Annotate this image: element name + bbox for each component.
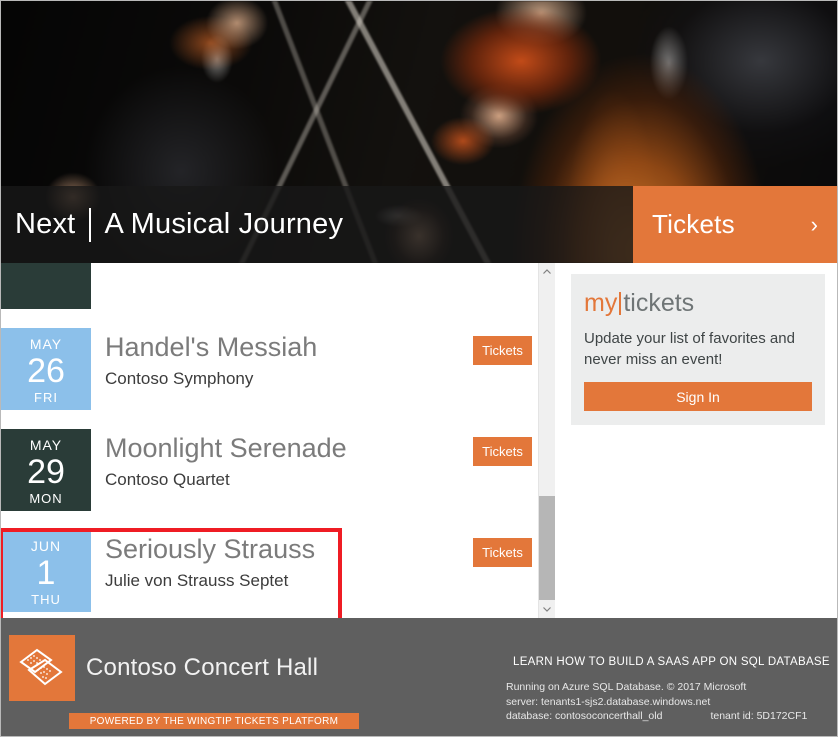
main-content: TUE MAY 26 FRI Handel's Messiah xyxy=(1,263,837,618)
sign-in-button[interactable]: Sign In xyxy=(584,382,812,411)
scrollbar-thumb[interactable] xyxy=(539,496,555,600)
powered-by-badge[interactable]: POWERED BY THE WINGTIP TICKETS PLATFORM xyxy=(69,713,359,729)
event-date-day: 26 xyxy=(27,352,65,390)
event-tickets-button[interactable]: Tickets xyxy=(473,336,532,365)
event-performer: Contoso Symphony xyxy=(105,369,254,388)
event-date-month: MAY xyxy=(29,437,63,453)
list-item[interactable]: MAY 26 FRI Handel's Messiah Contoso Symp… xyxy=(1,328,532,429)
event-performer: Contoso Quartet xyxy=(105,470,230,489)
footer-tenant-id: tenant id: 5D172CF1 xyxy=(710,710,808,722)
event-date-month: JUN xyxy=(30,538,62,554)
chevron-up-icon xyxy=(543,269,551,274)
hero-next-label: Next xyxy=(15,208,76,240)
my-tickets-logo-divider xyxy=(619,291,622,315)
chevron-down-icon xyxy=(543,607,551,612)
scroll-up-icon[interactable] xyxy=(539,263,555,280)
hero-tickets-label: Tickets xyxy=(652,209,735,239)
event-text: Moonlight Serenade Contoso Quartet xyxy=(91,429,347,492)
footer-server: server: tenants1-sjs2.database.windows.n… xyxy=(506,695,711,708)
event-performer: Julie von Strauss Septet xyxy=(105,571,289,590)
my-tickets-description: Update your list of favorites and never … xyxy=(584,330,795,368)
event-date-box: MAY 29 MON xyxy=(1,429,91,511)
event-name: Moonlight Serenade xyxy=(105,433,347,463)
hero-tickets-button[interactable]: Tickets › xyxy=(633,186,837,263)
hero-banner: Next A Musical Journey Tickets › xyxy=(1,1,837,263)
event-text: Seriously Strauss Julie von Strauss Sept… xyxy=(91,530,315,593)
event-date-box: JUN 1 THU xyxy=(1,530,91,612)
event-date-weekday: MON xyxy=(29,491,63,506)
event-text: Handel's Messiah Contoso Symphony xyxy=(91,328,317,391)
footer-brand-name: Contoso Concert Hall xyxy=(86,654,319,681)
my-tickets-logo: my tickets xyxy=(584,288,812,318)
event-name: Seriously Strauss xyxy=(105,534,316,564)
events-scrollbar[interactable] xyxy=(538,263,555,618)
wingtip-tickets-page: Next A Musical Journey Tickets › TUE xyxy=(1,1,837,736)
hero-divider xyxy=(89,207,92,242)
footer-metadata: Running on Azure SQL Database. © 2017 Mi… xyxy=(506,680,807,724)
my-tickets-panel: my tickets Update your list of favorites… xyxy=(571,274,825,425)
event-date-day: 29 xyxy=(27,453,65,491)
page-footer: Contoso Concert Hall POWERED BY THE WING… xyxy=(1,618,837,736)
hero-feature-title: A Musical Journey xyxy=(104,208,344,240)
event-date-weekday: FRI xyxy=(34,390,58,405)
events-scroll-region: TUE MAY 26 FRI Handel's Messiah xyxy=(1,263,544,618)
event-date-month: MAY xyxy=(29,336,63,352)
list-item[interactable]: MAY 29 MON Moonlight Serenade Contoso Qu… xyxy=(1,429,532,530)
my-tickets-logo-my: my xyxy=(584,289,618,317)
event-date-box: TUE xyxy=(1,263,91,309)
event-date-weekday: THU xyxy=(31,592,61,607)
hero-caption-content: Next A Musical Journey xyxy=(15,186,343,263)
events-list: TUE MAY 26 FRI Handel's Messiah xyxy=(1,263,532,618)
list-item[interactable]: TUE xyxy=(1,263,532,328)
tickets-logo-icon xyxy=(9,635,75,701)
footer-database: database: contosoconcerthall_old xyxy=(506,710,663,722)
my-tickets-logo-tickets: tickets xyxy=(623,289,695,317)
tickets-glyph xyxy=(19,648,63,686)
event-date-box: MAY 26 FRI xyxy=(1,328,91,410)
scroll-down-icon[interactable] xyxy=(539,601,555,618)
event-name: Handel's Messiah xyxy=(105,332,318,362)
list-item-highlighted[interactable]: JUN 1 THU Seriously Strauss Julie von St… xyxy=(1,528,532,618)
event-tickets-button[interactable]: Tickets xyxy=(473,437,532,466)
event-date-day: 1 xyxy=(36,554,56,592)
chevron-right-icon: › xyxy=(810,211,818,237)
event-tickets-button[interactable]: Tickets xyxy=(473,538,532,567)
footer-running-on: Running on Azure SQL Database. © 2017 Mi… xyxy=(506,681,747,693)
learn-more-link[interactable]: LEARN HOW TO BUILD A SAAS APP ON SQL DAT… xyxy=(513,656,830,668)
footer-db-row: database: contosoconcerthall_old tenant … xyxy=(506,709,807,724)
